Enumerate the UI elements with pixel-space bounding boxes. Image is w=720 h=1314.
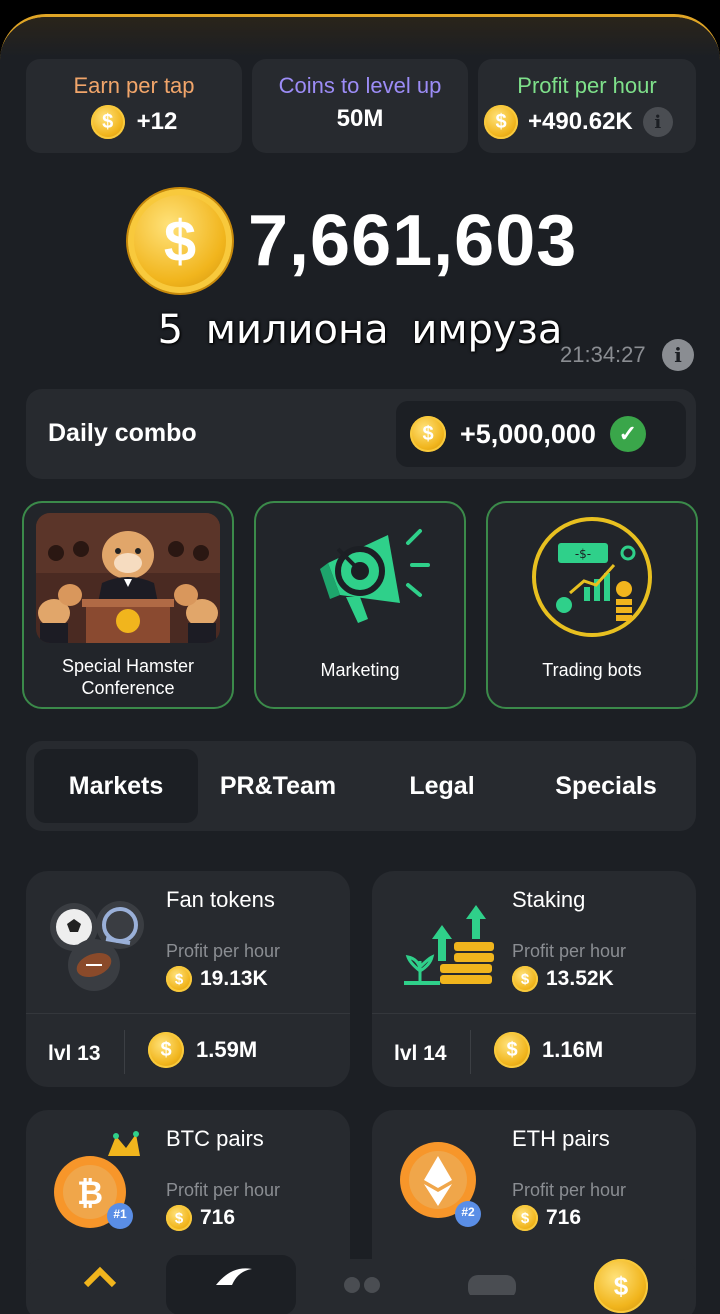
profit-label: Profit per hour (166, 1180, 281, 1200)
stat-label: Profit per hour (517, 73, 657, 98)
upgrade-footer: lvl 14 $ 1.16M (372, 1013, 696, 1087)
staking-icon (392, 891, 502, 1001)
profit-label: Profit per hour (166, 941, 281, 961)
coin-icon: $ (148, 1032, 184, 1068)
fan-tokens-icon (46, 891, 156, 1001)
svg-text:₿: ₿ (77, 1174, 103, 1212)
coin-icon: $ (410, 416, 446, 452)
upgrade-name: BTC pairs (166, 1126, 264, 1151)
upgrade-level: lvl 14 (394, 1042, 447, 1065)
upgrade-name: ETH pairs (512, 1126, 610, 1151)
combo-card-label: Trading bots (542, 660, 642, 680)
balance-value: 7,661,603 (248, 201, 578, 281)
divider (470, 1030, 471, 1074)
profit-per-hour-stat[interactable]: Profit per hour $ +490.62K i (478, 59, 696, 153)
rank-badge: #2 (461, 1205, 475, 1219)
nav-airdrop-coin-icon[interactable]: $ (594, 1259, 648, 1313)
daily-combo-title: Daily combo (48, 419, 197, 447)
coin-icon: $ (594, 1259, 648, 1313)
upgrade-cost: 1.59M (196, 1037, 258, 1062)
combo-card-label: Marketing (320, 660, 400, 680)
info-icon[interactable]: i (642, 107, 673, 137)
trading-bots-icon: -$- (500, 513, 684, 643)
tab-specials[interactable]: Specials (526, 749, 686, 823)
coin-icon: $ (90, 105, 125, 139)
coin-icon: $ (494, 1032, 530, 1068)
daily-combo-bar[interactable]: Daily combo $ +5,000,000 ✓ (26, 389, 696, 479)
coin-icon: $ (512, 1205, 538, 1231)
tab-legal[interactable]: Legal (362, 749, 522, 823)
upgrade-card-fan-tokens[interactable]: Fan tokens Profit per hour $ 19.13K lvl … (26, 871, 350, 1087)
profit-label: Profit per hour (512, 941, 627, 961)
bitcoin-icon: ₿ #1 (46, 1130, 156, 1240)
coin-icon: $ (166, 1205, 192, 1231)
megaphone-icon (268, 513, 452, 643)
stat-value: 50M (336, 105, 384, 132)
combo-timer: 21:34:27 (560, 342, 646, 367)
hamster-conference-image (36, 513, 220, 643)
nav-friends-icon[interactable] (338, 1271, 386, 1300)
profit-value: 716 (546, 1206, 582, 1229)
combo-card-trading-bots[interactable]: -$- Trading bots (486, 501, 698, 709)
tab-markets[interactable]: Markets (34, 749, 198, 823)
profit-value: 19.13K (200, 967, 268, 990)
coin-icon: $ (484, 105, 518, 139)
upgrade-card-staking[interactable]: Staking Profit per hour $ 13.52K lvl 14 … (372, 871, 696, 1087)
svg-text:-$-: -$- (575, 547, 591, 561)
stat-label: Coins to level up (278, 73, 442, 98)
profit-value: 13.52K (546, 967, 614, 990)
upgrade-name: Staking (512, 887, 586, 912)
rank-badge: #1 (113, 1207, 127, 1221)
coins-to-level-up-stat: Coins to level up 50M (252, 59, 468, 153)
combo-card-label: Special Hamster Conference (61, 656, 195, 698)
tab-pr-team[interactable]: PR&Team (198, 749, 358, 823)
daily-combo-reward-value: +5,000,000 (460, 418, 596, 449)
profit-label: Profit per hour (512, 1180, 627, 1200)
nav-earn-icon[interactable] (464, 1271, 520, 1300)
divider (124, 1030, 125, 1074)
coin-icon: $ (166, 966, 192, 992)
profit-value: 716 (200, 1206, 236, 1229)
upgrade-name: Fan tokens (166, 887, 275, 912)
upgrade-cost: 1.16M (542, 1037, 604, 1062)
app-frame: Earn per tap $ +12 Coins to level up 50M… (0, 14, 720, 1314)
daily-combo-reward: $ +5,000,000 ✓ (396, 401, 686, 467)
nav-mine-icon[interactable] (166, 1255, 296, 1314)
category-tabs: Markets PR&Team Legal Specials (26, 741, 696, 831)
nav-exchange-icon[interactable] (82, 1265, 118, 1300)
big-coin-icon: $ (128, 189, 232, 293)
coin-icon: $ (512, 966, 538, 992)
combo-card-special-hamster-conference[interactable]: Special Hamster Conference (22, 501, 234, 709)
upgrade-level: lvl 13 (48, 1042, 101, 1065)
stat-value: +12 (136, 108, 178, 135)
ethereum-icon: #2 (392, 1130, 502, 1240)
stat-label: Earn per tap (73, 73, 195, 98)
combo-card-marketing[interactable]: Marketing (254, 501, 466, 709)
upgrade-footer: lvl 13 $ 1.59M (26, 1013, 350, 1087)
balance: $ 7,661,603 (128, 189, 577, 293)
earn-per-tap-stat: Earn per tap $ +12 (26, 59, 242, 153)
bottom-nav: $ (26, 1255, 696, 1314)
stat-value: +490.62K (528, 108, 633, 135)
check-icon: ✓ (609, 416, 646, 452)
timer-info-icon[interactable]: i (662, 339, 694, 371)
